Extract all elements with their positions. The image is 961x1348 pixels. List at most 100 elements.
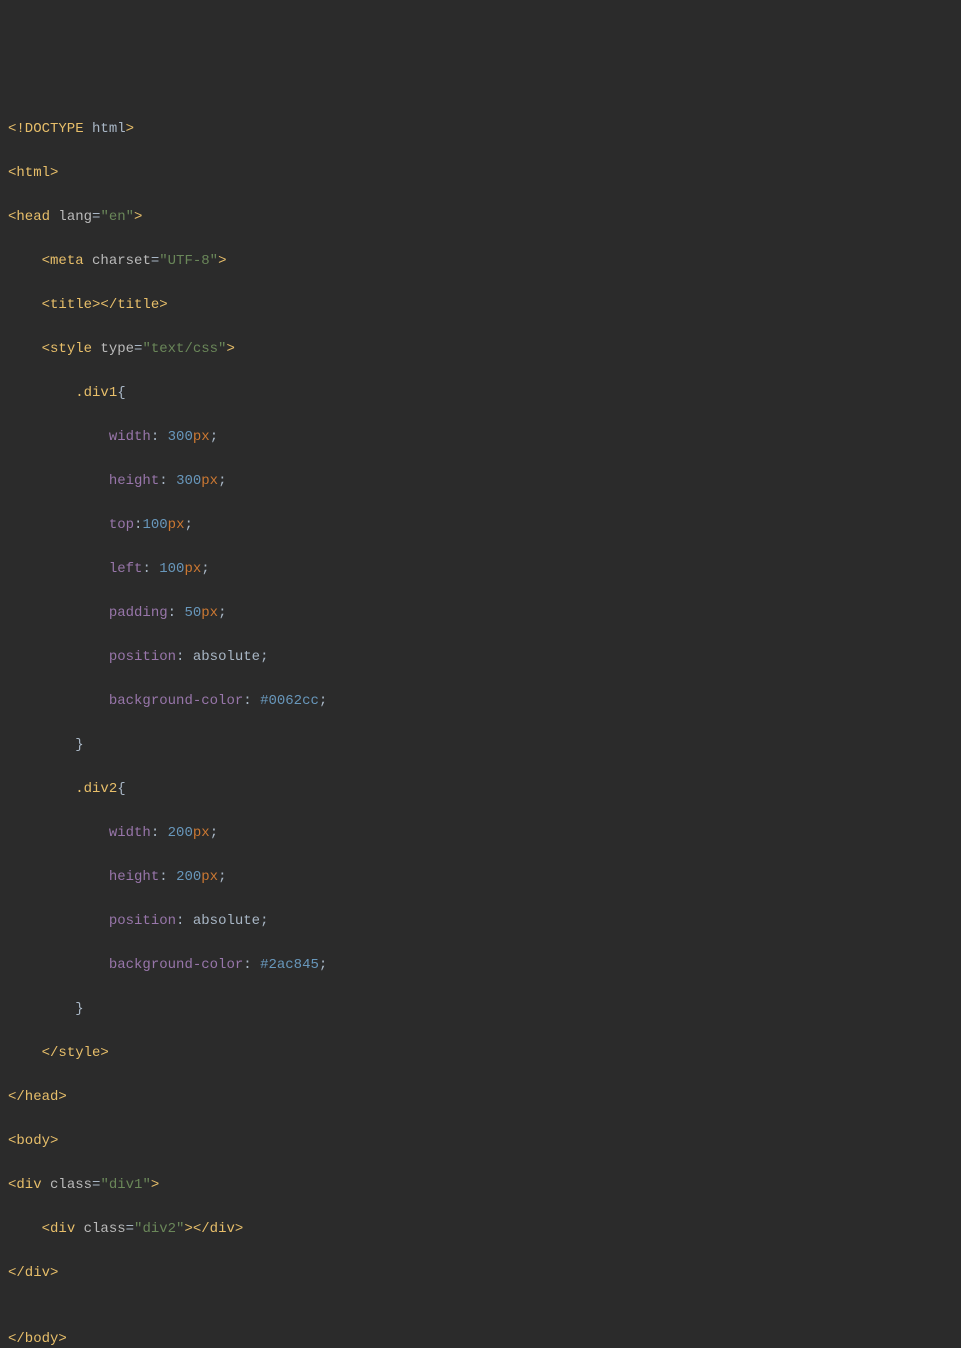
head-close: </head> — [8, 1089, 67, 1105]
semi: ; — [201, 561, 209, 577]
title-tag: <title></title> — [42, 297, 168, 313]
code-line: <style type="text/css"> — [8, 338, 953, 360]
indent — [8, 605, 109, 621]
indent — [8, 517, 109, 533]
css-number: 300 — [176, 473, 201, 489]
code-line: <html> — [8, 162, 953, 184]
code-line: </head> — [8, 1086, 953, 1108]
indent — [8, 957, 109, 973]
indent — [8, 341, 42, 357]
css-number: 100 — [159, 561, 184, 577]
style-close: </style> — [42, 1045, 109, 1061]
code-line: } — [8, 734, 953, 756]
colon: : — [159, 473, 176, 489]
semi: ; — [184, 517, 192, 533]
div-open: <div — [42, 1221, 84, 1237]
attr-value: "text/css" — [142, 341, 226, 357]
code-line: } — [8, 998, 953, 1020]
css-color: #0062cc — [260, 693, 319, 709]
attr-name: class — [50, 1177, 92, 1193]
attr-value: "UTF-8" — [159, 253, 218, 269]
code-line: <div class="div1"> — [8, 1174, 953, 1196]
div-open: <div — [8, 1177, 50, 1193]
indent — [8, 385, 75, 401]
head-open: <head — [8, 209, 58, 225]
indent — [8, 1045, 42, 1061]
code-line: padding: 50px; — [8, 602, 953, 624]
code-line: width: 200px; — [8, 822, 953, 844]
tag-close: > — [151, 1177, 159, 1193]
colon: : — [176, 913, 193, 929]
css-unit: px — [201, 605, 218, 621]
attr-name: class — [84, 1221, 126, 1237]
code-line: <body> — [8, 1130, 953, 1152]
css-number: 100 — [142, 517, 167, 533]
colon: : — [243, 693, 260, 709]
css-unit: px — [201, 473, 218, 489]
meta-tag: <meta — [42, 253, 92, 269]
code-line: <head lang="en"> — [8, 206, 953, 228]
colon: : — [151, 429, 168, 445]
semi: ; — [210, 429, 218, 445]
equals: = — [151, 253, 159, 269]
tag-close: > — [218, 253, 226, 269]
css-unit: px — [193, 429, 210, 445]
semi: ; — [319, 957, 327, 973]
code-line: width: 300px; — [8, 426, 953, 448]
indent — [8, 253, 42, 269]
css-prop: position — [109, 913, 176, 929]
css-prop: background-color — [109, 693, 243, 709]
attr-value: "en" — [100, 209, 134, 225]
css-unit: px — [168, 517, 185, 533]
semi: ; — [218, 473, 226, 489]
semi: ; — [218, 605, 226, 621]
css-unit: px — [201, 869, 218, 885]
semi: ; — [210, 825, 218, 841]
attr-name: type — [100, 341, 134, 357]
code-line: <meta charset="UTF-8"> — [8, 250, 953, 272]
brace: { — [117, 781, 125, 797]
colon: : — [142, 561, 159, 577]
semi: ; — [260, 913, 268, 929]
attr-value: "div2" — [134, 1221, 184, 1237]
indent — [8, 561, 109, 577]
css-prop: width — [109, 429, 151, 445]
tag-close: > — [226, 341, 234, 357]
css-prop: background-color — [109, 957, 243, 973]
css-number: 200 — [168, 825, 193, 841]
semi: ; — [218, 869, 226, 885]
css-number: 50 — [184, 605, 201, 621]
code-line: top:100px; — [8, 514, 953, 536]
code-line: height: 300px; — [8, 470, 953, 492]
css-value: absolute — [193, 649, 260, 665]
css-color: #2ac845 — [260, 957, 319, 973]
semi: ; — [319, 693, 327, 709]
colon: : — [243, 957, 260, 973]
css-prop: padding — [109, 605, 168, 621]
style-open: <style — [42, 341, 101, 357]
colon: : — [159, 869, 176, 885]
css-number: 300 — [168, 429, 193, 445]
attr-name: lang — [58, 209, 92, 225]
equals: = — [126, 1221, 134, 1237]
indent — [8, 1221, 42, 1237]
code-line: left: 100px; — [8, 558, 953, 580]
html-open: <html> — [8, 165, 58, 181]
indent — [8, 869, 109, 885]
indent — [8, 1001, 75, 1017]
attr-name: charset — [92, 253, 151, 269]
colon: : — [151, 825, 168, 841]
colon: : — [176, 649, 193, 665]
css-selector: .div1 — [75, 385, 117, 401]
code-line: .div1{ — [8, 382, 953, 404]
indent — [8, 649, 109, 665]
code-line: height: 200px; — [8, 866, 953, 888]
css-number: 200 — [176, 869, 201, 885]
css-prop: width — [109, 825, 151, 841]
indent — [8, 429, 109, 445]
code-editor[interactable]: <!DOCTYPE html> <html> <head lang="en"> … — [8, 96, 953, 1348]
css-prop: left — [109, 561, 143, 577]
code-line: background-color: #0062cc; — [8, 690, 953, 712]
css-prop: position — [109, 649, 176, 665]
indent — [8, 825, 109, 841]
